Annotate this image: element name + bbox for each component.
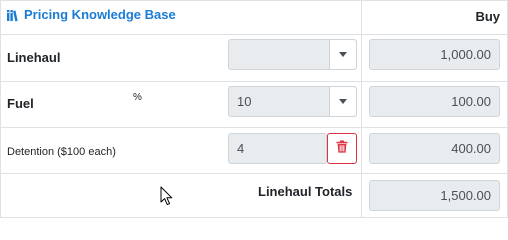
linehaul-buy-field[interactable]: 1,000.00 xyxy=(369,39,500,70)
fuel-percent-value: 10 xyxy=(237,94,252,109)
fuel-label: Fuel xyxy=(7,96,34,111)
books-icon xyxy=(6,8,20,22)
linehaul-totals-field[interactable]: 1,500.00 xyxy=(369,180,500,211)
row-divider xyxy=(0,127,507,128)
linehaul-totals-value: 1,500.00 xyxy=(440,188,491,203)
detention-quantity-value: 4 xyxy=(237,141,245,156)
fuel-percent-select[interactable]: 10 xyxy=(228,86,357,117)
linehaul-label: Linehaul xyxy=(7,50,61,65)
chevron-down-icon xyxy=(339,99,347,104)
detention-buy-value: 400.00 xyxy=(451,141,491,156)
detention-buy-field[interactable]: 400.00 xyxy=(369,133,500,164)
fuel-buy-field[interactable]: 100.00 xyxy=(369,86,500,117)
trash-icon xyxy=(336,139,348,158)
linehaul-buy-value: 1,000.00 xyxy=(440,47,491,62)
table-border-top xyxy=(0,0,507,1)
mouse-cursor-icon xyxy=(160,186,174,211)
fuel-select-toggle[interactable] xyxy=(329,87,356,116)
column-divider xyxy=(361,0,362,217)
chevron-down-icon xyxy=(339,52,347,57)
table-border-left xyxy=(0,0,1,217)
pricing-knowledge-base-label: Pricing Knowledge Base xyxy=(24,7,176,22)
linehaul-select-toggle[interactable] xyxy=(329,40,356,69)
detention-quantity-input[interactable]: 4 xyxy=(228,133,327,164)
linehaul-select[interactable] xyxy=(228,39,357,70)
delete-detention-button[interactable] xyxy=(327,133,357,164)
pricing-knowledge-base-link[interactable]: Pricing Knowledge Base xyxy=(6,7,176,22)
buy-column-header: Buy xyxy=(475,9,500,24)
linehaul-totals-label: Linehaul Totals xyxy=(258,184,353,199)
fuel-buy-value: 100.00 xyxy=(451,94,491,109)
fuel-unit-label: % xyxy=(133,92,142,103)
detention-label: Detention ($100 each) xyxy=(7,146,116,158)
row-divider xyxy=(0,34,507,35)
row-divider xyxy=(0,81,507,82)
row-divider xyxy=(0,173,507,174)
